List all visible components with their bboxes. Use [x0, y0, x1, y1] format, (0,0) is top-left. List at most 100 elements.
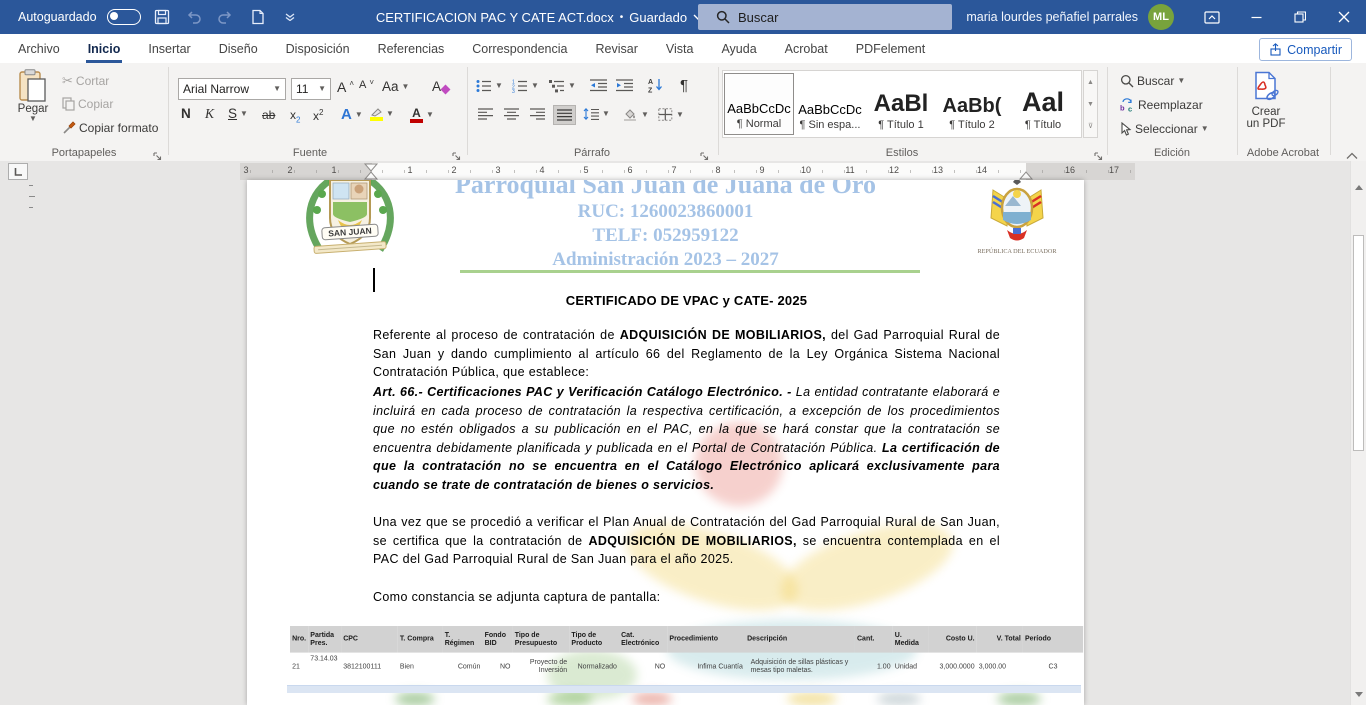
- style-sin-espacio[interactable]: AaBbCcDc ¶ Sin espa...: [795, 73, 865, 135]
- tab-archivo[interactable]: Archivo: [4, 34, 74, 63]
- bullet-list-button[interactable]: ▼: [476, 79, 503, 93]
- tab-stop-selector[interactable]: [8, 163, 28, 180]
- clipboard-group-label: Portapapeles: [52, 147, 117, 159]
- tab-disposicion[interactable]: Disposición: [272, 34, 364, 63]
- style-preview: AaBbCcDc: [727, 102, 791, 115]
- paragraph-3[interactable]: Una vez que se procedió a verificar el P…: [373, 513, 1000, 569]
- sort-button[interactable]: AZ: [648, 77, 664, 93]
- create-pdf-button[interactable]: Crear un PDF: [1240, 71, 1292, 130]
- style-preview: AaBb(: [943, 96, 1002, 116]
- style-normal[interactable]: AaBbCcDc ¶ Normal: [724, 73, 794, 135]
- search-box[interactable]: Buscar: [698, 4, 952, 30]
- grow-font-button[interactable]: A˄: [337, 80, 354, 94]
- scroll-down-icon[interactable]: [1352, 687, 1365, 702]
- paragraph-group-label: Párrafo: [574, 147, 610, 159]
- minimize-button[interactable]: [1234, 0, 1278, 34]
- font-group-label: Fuente: [293, 147, 327, 159]
- tab-vista[interactable]: Vista: [652, 34, 708, 63]
- tab-acrobat[interactable]: Acrobat: [771, 34, 842, 63]
- tab-revisar[interactable]: Revisar: [581, 34, 651, 63]
- font-color-button[interactable]: A ▼: [410, 107, 434, 123]
- style-titulo-2[interactable]: AaBb( ¶ Título 2: [937, 73, 1007, 135]
- redo-icon: [215, 6, 237, 28]
- tab-diseno[interactable]: Diseño: [205, 34, 272, 63]
- document-title-line[interactable]: CERTIFICADO DE VPAC y CATE- 2025: [373, 292, 1000, 311]
- italic-button[interactable]: K: [205, 107, 214, 121]
- tab-pdfelement[interactable]: PDFelement: [842, 34, 939, 63]
- paragraph-4[interactable]: Como constancia se adjunta captura de pa…: [373, 588, 1000, 607]
- font-size-combobox[interactable]: 11▼: [291, 78, 331, 100]
- clear-formatting-button[interactable]: A: [432, 80, 449, 94]
- borders-button[interactable]: ▼: [658, 108, 684, 121]
- show-paragraph-marks-button[interactable]: ¶: [680, 78, 688, 93]
- line-spacing-button[interactable]: ▼: [583, 108, 610, 120]
- paste-button[interactable]: Pegar ▼: [10, 69, 56, 123]
- shrink-font-button[interactable]: A˅: [359, 80, 374, 91]
- pac-table[interactable]: Nro. Partida Pres. CPC T. Compra T. Régi…: [290, 626, 1083, 690]
- vertical-scrollbar[interactable]: [1350, 161, 1366, 705]
- increase-indent-button[interactable]: [616, 79, 633, 92]
- scrollbar-thumb[interactable]: [1353, 235, 1364, 451]
- multilevel-list-icon: [549, 79, 565, 93]
- multilevel-list-button[interactable]: ▼: [549, 79, 576, 93]
- align-center-button[interactable]: [504, 108, 519, 120]
- paragraph-2[interactable]: Art. 66.- Certificaciones PAC y Verifica…: [373, 383, 1000, 495]
- document-title-area[interactable]: CERTIFICACION PAC Y CATE ACT.docx • Guar…: [330, 0, 750, 34]
- styles-scroll-up-icon[interactable]: ▲: [1084, 71, 1097, 93]
- styles-scroll-down-icon[interactable]: ▼: [1084, 93, 1097, 115]
- bold-button[interactable]: N: [181, 107, 191, 121]
- autosave-toggle[interactable]: [107, 9, 141, 25]
- replace-button[interactable]: bc Reemplazar: [1120, 98, 1203, 112]
- format-painter-label: Copiar formato: [79, 121, 158, 135]
- tab-referencias[interactable]: Referencias: [364, 34, 459, 63]
- user-name[interactable]: maria lourdes peñafiel parrales: [966, 10, 1138, 24]
- align-left-button[interactable]: [478, 108, 493, 120]
- col-costou: Costo U.: [928, 626, 976, 653]
- text-effects-button[interactable]: A▼: [341, 107, 363, 122]
- strikethrough-button[interactable]: ab: [262, 109, 275, 121]
- ecuador-logo-caption: REPÚBLICA DEL ECUADOR: [967, 248, 1066, 255]
- style-titulo-1[interactable]: AaBl ¶ Título 1: [866, 73, 936, 135]
- tab-correspondencia[interactable]: Correspondencia: [458, 34, 581, 63]
- new-document-icon[interactable]: [247, 6, 269, 28]
- select-button[interactable]: Seleccionar▼: [1120, 122, 1209, 136]
- editing-group-label: Edición: [1154, 147, 1190, 159]
- save-status: Guardado: [629, 10, 687, 25]
- change-case-button[interactable]: Aa▼: [382, 80, 409, 94]
- paste-chevron-icon: ▼: [29, 115, 37, 123]
- ruler-indent-markers[interactable]: [240, 163, 1135, 180]
- superscript-button[interactable]: x2: [313, 109, 323, 122]
- tab-insertar[interactable]: Insertar: [134, 34, 204, 63]
- create-pdf-label-1: Crear: [1252, 106, 1281, 118]
- font-family-combobox[interactable]: Arial Narrow▼: [178, 78, 286, 100]
- style-titulo[interactable]: Aal ¶ Título: [1008, 73, 1078, 135]
- decrease-indent-button[interactable]: [590, 79, 607, 92]
- horizontal-ruler[interactable]: 3 2 1 1 2 3 4 5 6 7 8 9 10 11 12 13 14 1…: [240, 163, 1135, 180]
- close-button[interactable]: [1322, 0, 1366, 34]
- col-procedimiento: Procedimiento: [667, 626, 745, 653]
- paragraph-1[interactable]: Referente al proceso de contratación de …: [373, 326, 1000, 382]
- styles-gallery-expand-icon[interactable]: ⊽: [1084, 115, 1097, 137]
- subscript-button[interactable]: x2: [290, 109, 300, 124]
- document-page[interactable]: SAN JUAN Parroquial San Juan de Juana de…: [247, 180, 1084, 705]
- share-button[interactable]: Compartir: [1259, 38, 1352, 61]
- tab-inicio[interactable]: Inicio: [74, 34, 135, 63]
- align-right-button[interactable]: [530, 108, 545, 120]
- numbered-list-button[interactable]: 123▼: [512, 79, 539, 93]
- table-header-row: Nro. Partida Pres. CPC T. Compra T. Régi…: [290, 626, 1083, 653]
- next-table-row-shaded: [287, 685, 1081, 693]
- scroll-up-icon[interactable]: [1352, 180, 1365, 195]
- tab-ayuda[interactable]: Ayuda: [707, 34, 770, 63]
- decrease-indent-icon: [590, 79, 607, 92]
- highlight-color-button[interactable]: ▼: [369, 107, 394, 121]
- shading-button[interactable]: ▼: [622, 108, 649, 121]
- qat-customize-chevron-icon[interactable]: [279, 6, 301, 28]
- restore-button[interactable]: [1278, 0, 1322, 34]
- find-button[interactable]: Buscar▼: [1120, 74, 1185, 88]
- save-icon[interactable]: [151, 6, 173, 28]
- format-painter-button[interactable]: Copiar formato: [62, 121, 158, 135]
- avatar[interactable]: ML: [1148, 4, 1174, 30]
- justify-button[interactable]: [553, 105, 576, 125]
- underline-button[interactable]: S▼: [228, 107, 248, 121]
- ribbon-display-options-icon[interactable]: [1190, 0, 1234, 34]
